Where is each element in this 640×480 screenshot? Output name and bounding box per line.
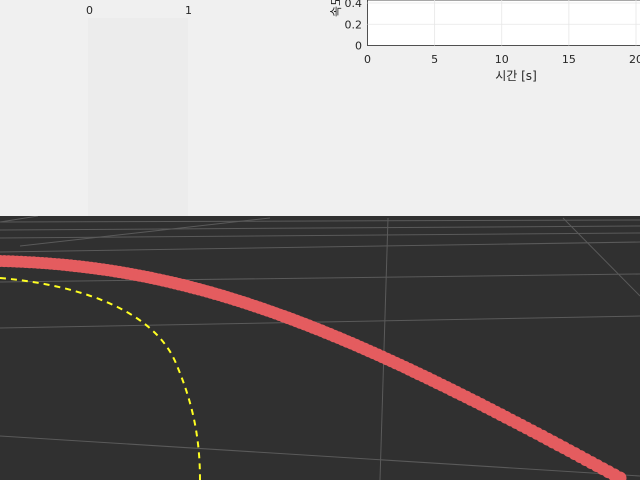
reference-path xyxy=(0,277,201,480)
ground-grid-line xyxy=(0,216,39,223)
ground-grid-line xyxy=(562,217,640,297)
scene-canvas xyxy=(0,216,640,480)
x-tick-label: 20 xyxy=(629,53,640,66)
3d-scene-view[interactable] xyxy=(0,216,640,480)
x-tick-label: 0 xyxy=(364,53,371,66)
vehicle-trajectory xyxy=(0,255,627,480)
x-tick-label: 15 xyxy=(562,53,576,66)
figure-background: 0 1 0 5 10 15 20 0 0.2 0.4 시간 [s] 속도 xyxy=(0,0,640,216)
y-tick-label: 0.2 xyxy=(345,18,363,31)
ground-grid-line xyxy=(0,225,640,231)
ground-grid-line xyxy=(0,273,640,283)
x-axis-label: 시간 [s] xyxy=(495,69,537,83)
x-tick-label: 5 xyxy=(431,53,438,66)
x-tick-label: 10 xyxy=(495,53,509,66)
y-axis-label: 속도 xyxy=(329,0,343,17)
speed-plot: 0 5 10 15 20 0 0.2 0.4 시간 [s] 속도 xyxy=(329,0,640,83)
ground-grid-line xyxy=(379,217,389,480)
plot-area xyxy=(367,0,640,46)
ground-grid-line xyxy=(0,241,640,253)
ground-grid-line xyxy=(0,219,640,223)
y-tick-label: 0.4 xyxy=(345,0,363,10)
y-tick-label: 0 xyxy=(355,40,362,53)
